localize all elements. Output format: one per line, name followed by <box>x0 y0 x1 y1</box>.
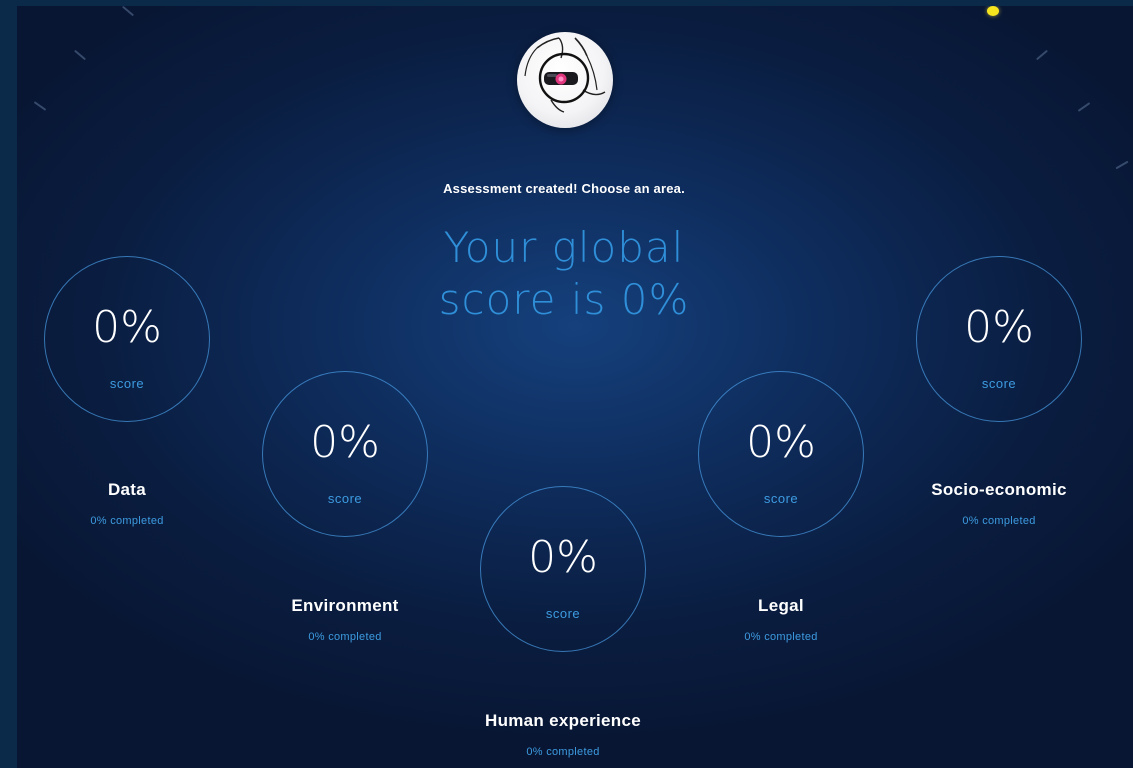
area-legal-score-circle[interactable]: 0% score <box>698 371 864 537</box>
yellow-dot-icon <box>987 6 999 16</box>
decorative-tick <box>1115 160 1129 170</box>
area-data-completed: 0% completed <box>90 515 164 527</box>
area-score-label: score <box>763 491 799 506</box>
decorative-tick <box>1077 102 1091 112</box>
assessment-status-message: Assessment created! Choose an area. <box>443 181 685 196</box>
decorative-tick <box>121 6 135 17</box>
area-score-value: 0% <box>310 417 380 468</box>
area-socio-economic-name[interactable]: Socio-economic <box>897 480 1101 500</box>
area-score-label: score <box>545 606 581 621</box>
area-human-experience-completed: 0% completed <box>526 746 600 758</box>
area-score-value: 0% <box>746 417 816 468</box>
decorative-tick <box>33 101 47 111</box>
global-score-line-2: score is 0% <box>438 275 690 324</box>
area-score-label: score <box>327 491 363 506</box>
area-data-name[interactable]: Data <box>44 480 210 500</box>
decorative-tick <box>1035 49 1049 61</box>
area-environment-score-circle[interactable]: 0% score <box>262 371 428 537</box>
assessment-stage: Assessment created! Choose an area. Your… <box>17 6 1133 768</box>
robot-eye-graphic <box>524 37 606 113</box>
area-score-value: 0% <box>964 302 1034 353</box>
area-score-label: score <box>109 376 145 391</box>
area-socio-economic-score-circle[interactable]: 0% score <box>916 256 1082 422</box>
area-score-value: 0% <box>528 532 598 583</box>
area-data-score-circle[interactable]: 0% score <box>44 256 210 422</box>
area-legal-name[interactable]: Legal <box>698 596 864 616</box>
area-score-value: 0% <box>92 302 162 353</box>
global-score-line-1: Your global <box>443 223 685 272</box>
area-human-experience-score-circle[interactable]: 0% score <box>480 486 646 652</box>
area-environment-completed: 0% completed <box>308 631 382 643</box>
robot-eye-avatar-icon <box>517 32 613 128</box>
decorative-tick <box>73 49 87 61</box>
area-score-label: score <box>981 376 1017 391</box>
area-legal-completed: 0% completed <box>744 631 818 643</box>
area-environment-name[interactable]: Environment <box>247 596 443 616</box>
area-socio-economic-completed: 0% completed <box>962 515 1036 527</box>
area-human-experience-name[interactable]: Human experience <box>453 711 673 731</box>
global-score-heading: Your global score is 0% <box>397 222 731 326</box>
